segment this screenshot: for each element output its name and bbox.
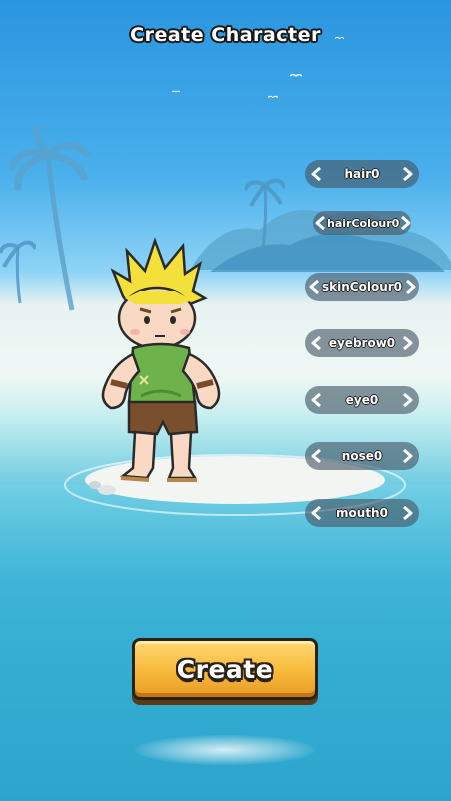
skin-colour-prev-button[interactable] [305, 276, 322, 298]
chevron-left-icon [309, 279, 319, 295]
bird-icon [172, 90, 180, 93]
eye-selector: eye0 [305, 386, 419, 414]
hair-colour-label: hairColour0 [327, 216, 400, 230]
mouth-label: mouth0 [336, 506, 388, 520]
mouth-selector: mouth0 [305, 499, 419, 527]
chevron-left-icon [311, 448, 321, 464]
chevron-right-icon [405, 279, 415, 295]
mouth-next-button[interactable] [397, 502, 419, 524]
game-scene: Create Character hair0 hairColour0 skinC… [0, 0, 451, 801]
eye-label: eye0 [345, 393, 379, 407]
eyebrow-next-button[interactable] [397, 332, 419, 354]
hair-colour-prev-button[interactable] [313, 212, 327, 234]
eyebrow-label: eyebrow0 [328, 336, 396, 350]
nose-prev-button[interactable] [305, 445, 327, 467]
hair-prev-button[interactable] [305, 163, 327, 185]
nose-next-button[interactable] [397, 445, 419, 467]
eyebrow-selector: eyebrow0 [305, 329, 419, 357]
chevron-left-icon [311, 166, 321, 182]
hair-label: hair0 [344, 167, 380, 181]
chevron-right-icon [403, 505, 413, 521]
bird-icon [268, 95, 278, 99]
create-button[interactable]: Create [132, 638, 318, 700]
palm-tree-back [245, 178, 285, 249]
bird-icon [290, 73, 302, 77]
hair-selector: hair0 [305, 160, 419, 188]
player-character [101, 237, 221, 482]
nose-label: nose0 [341, 449, 383, 463]
nose-selector: nose0 [305, 442, 419, 470]
chevron-left-icon [311, 505, 321, 521]
mouth-prev-button[interactable] [305, 502, 327, 524]
palm-tree-small [0, 240, 36, 304]
page-title: Create Character [130, 24, 321, 46]
water-glow [135, 735, 315, 765]
skin-colour-label: skinColour0 [322, 280, 402, 294]
chevron-left-icon [311, 335, 321, 351]
chevron-right-icon [401, 215, 411, 231]
create-button-label: Create [176, 654, 274, 684]
hair-next-button[interactable] [397, 163, 419, 185]
chevron-right-icon [403, 392, 413, 408]
chevron-right-icon [403, 166, 413, 182]
chevron-right-icon [403, 335, 413, 351]
skin-colour-selector: skinColour0 [305, 273, 419, 301]
chevron-left-icon [315, 215, 325, 231]
eye-prev-button[interactable] [305, 389, 327, 411]
eye-next-button[interactable] [397, 389, 419, 411]
skin-colour-next-button[interactable] [402, 276, 419, 298]
hair-colour-selector: hairColour0 [313, 211, 411, 235]
hair-colour-next-button[interactable] [399, 212, 413, 234]
chevron-right-icon [403, 448, 413, 464]
eyebrow-prev-button[interactable] [305, 332, 327, 354]
chevron-left-icon [311, 392, 321, 408]
